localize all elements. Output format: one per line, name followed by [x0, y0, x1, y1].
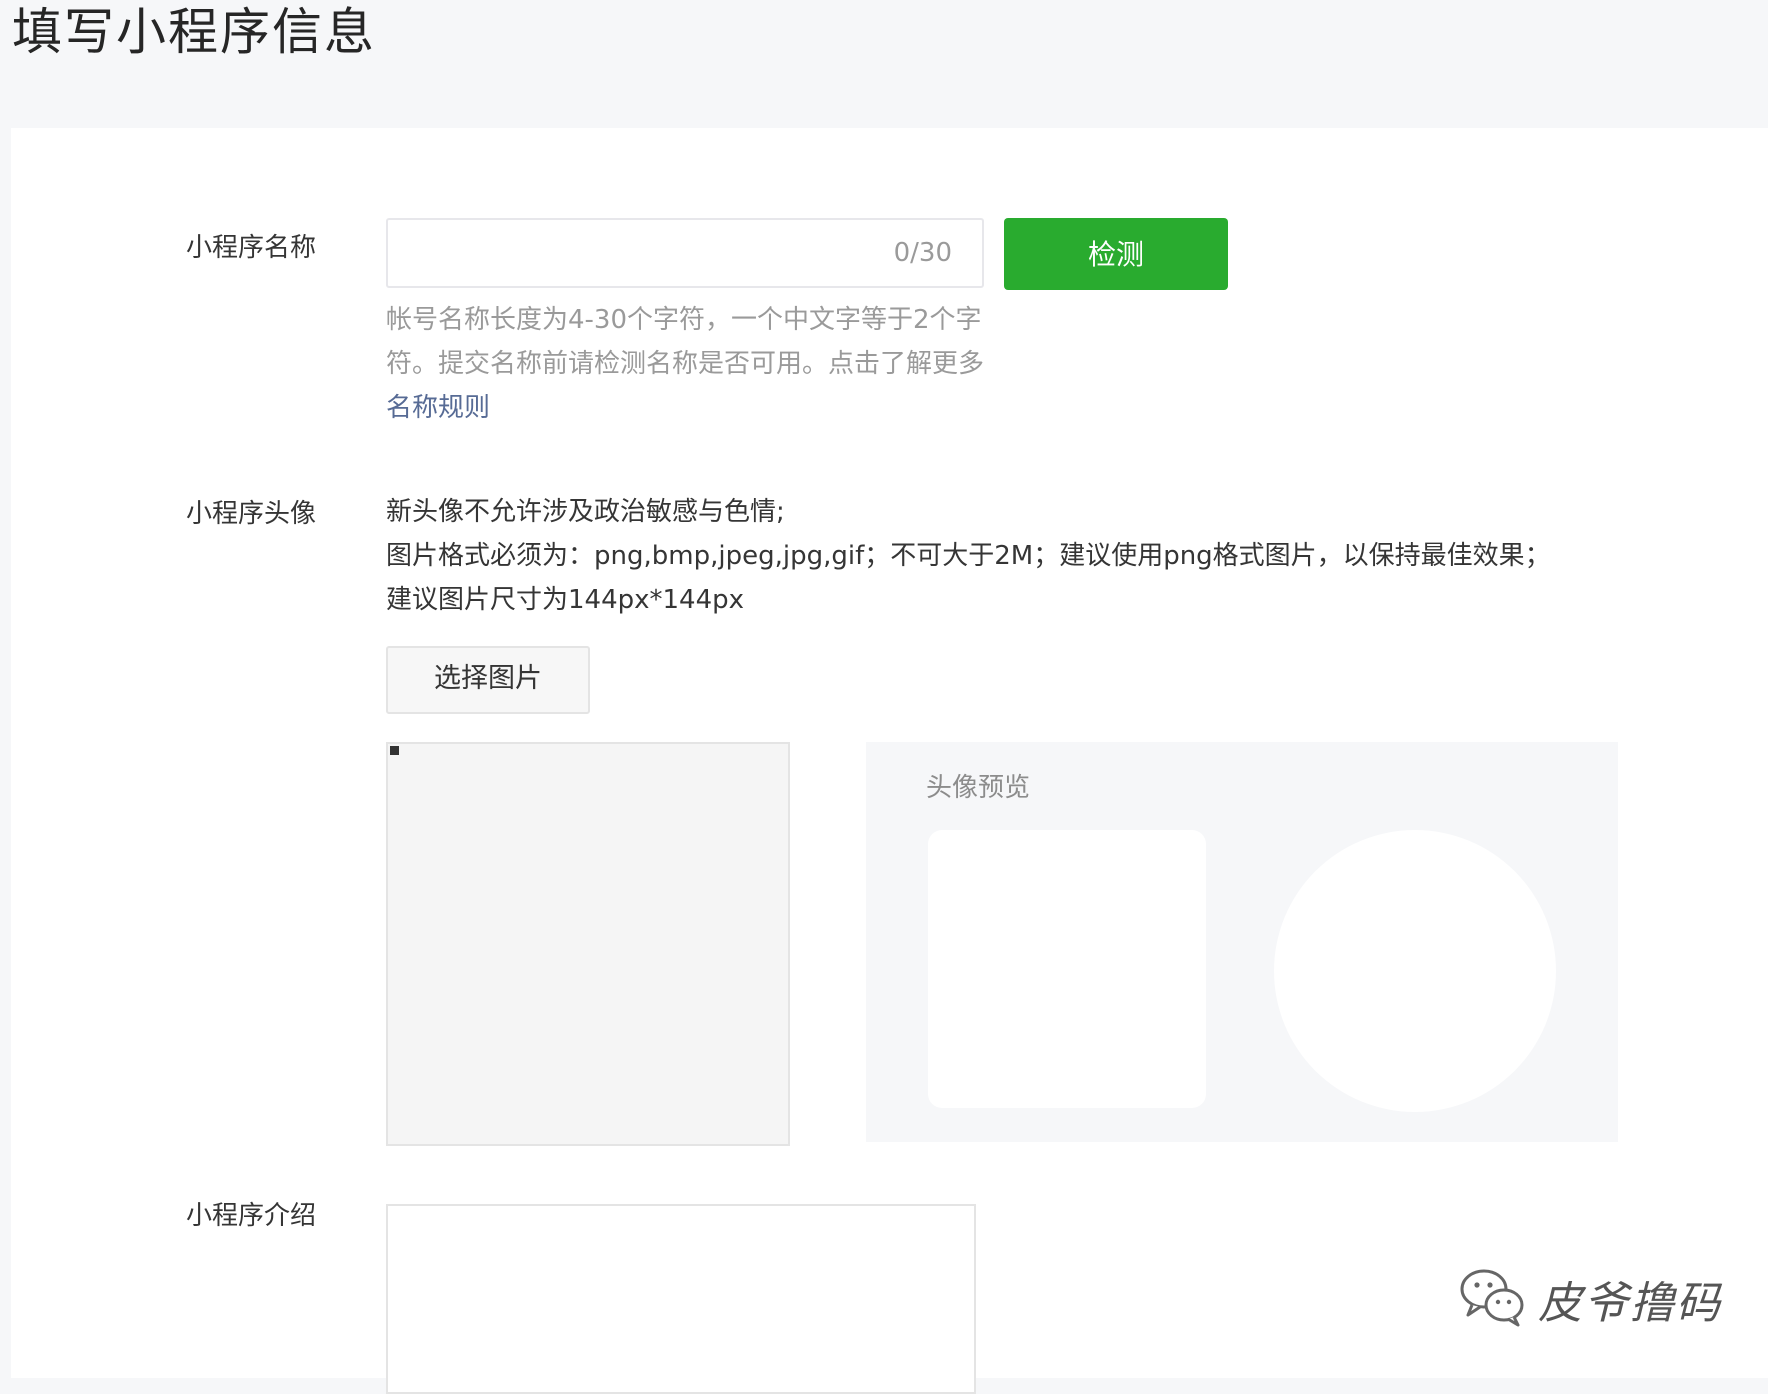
name-field[interactable]: 0/30: [386, 218, 984, 288]
avatar-label: 小程序头像: [186, 499, 317, 529]
char-counter: 0/30: [893, 238, 952, 268]
watermark-text: 皮爷撸码: [1538, 1278, 1722, 1329]
preview-title: 头像预览: [926, 773, 1031, 803]
name-rules-link[interactable]: 名称规则: [386, 393, 490, 423]
avatar-requirement: 图片格式必须为：png,bmp,jpeg,jpg,gif；不可大于2M；建议使用…: [386, 541, 1551, 571]
avatar-crop-area[interactable]: [386, 742, 790, 1146]
watermark: 皮爷撸码: [1458, 1264, 1722, 1334]
intro-textarea[interactable]: [386, 1204, 976, 1394]
check-button[interactable]: 检测: [1004, 218, 1228, 290]
page-title: 填写小程序信息: [12, 3, 376, 61]
avatar-preview-panel: 头像预览: [866, 742, 1618, 1142]
avatar-requirements: 新头像不允许涉及政治敏感与色情; 图片格式必须为：png,bmp,jpeg,jp…: [386, 490, 1636, 622]
select-image-button[interactable]: 选择图片: [386, 646, 590, 714]
avatar-requirement: 新头像不允许涉及政治敏感与色情;: [386, 497, 785, 527]
preview-square: [928, 830, 1206, 1108]
intro-label: 小程序介绍: [186, 1201, 317, 1231]
crop-handle[interactable]: [390, 746, 399, 755]
name-label: 小程序名称: [186, 233, 317, 263]
avatar-requirement: 建议图片尺寸为144px*144px: [386, 585, 745, 615]
wechat-logo-icon: [1458, 1265, 1528, 1333]
name-hint-text: 帐号名称长度为4-30个字符，一个中文字等于2个字符。提交名称前请检测名称是否可…: [386, 305, 985, 379]
name-hint: 帐号名称长度为4-30个字符，一个中文字等于2个字符。提交名称前请检测名称是否可…: [386, 298, 986, 430]
preview-circle: [1274, 830, 1556, 1112]
name-input[interactable]: [400, 220, 884, 288]
